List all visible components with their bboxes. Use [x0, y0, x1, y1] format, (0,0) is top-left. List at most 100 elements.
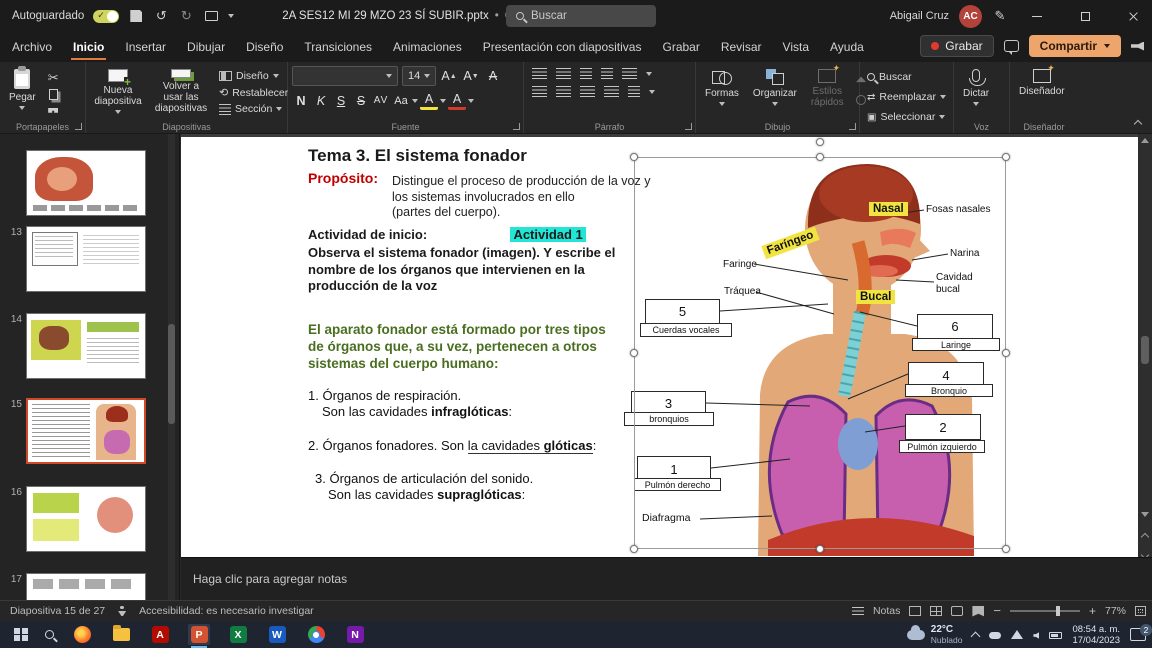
zoom-slider-thumb[interactable]: [1056, 606, 1060, 616]
thumbnail-scrollbar[interactable]: [168, 134, 175, 600]
selection-handle-bottom-left[interactable]: [630, 545, 638, 553]
align-left-icon[interactable]: [532, 86, 547, 97]
normal-view-button[interactable]: [909, 606, 921, 616]
tab-dibujar[interactable]: Dibujar: [185, 34, 227, 60]
underline-button[interactable]: S: [332, 91, 350, 110]
zoom-out-button[interactable]: −: [993, 607, 1001, 615]
selection-handle-middle-left[interactable]: [630, 349, 638, 357]
search-box[interactable]: Buscar: [506, 5, 656, 27]
selection-handle-top-center[interactable]: [816, 153, 824, 161]
designer-button[interactable]: Diseñador: [1014, 66, 1070, 117]
list-item-3[interactable]: 3. Órganos de articulación del sonido. S…: [315, 471, 533, 503]
slideshow-view-button[interactable]: [972, 606, 984, 617]
taskbar-app-file-explorer[interactable]: [110, 624, 132, 645]
numbering-icon[interactable]: [556, 68, 571, 79]
fit-slide-to-window-button[interactable]: [1135, 606, 1146, 616]
copy-button[interactable]: [45, 88, 62, 102]
change-case-chevron-icon[interactable]: [412, 99, 418, 103]
coming-soon-megaphone-icon[interactable]: [1131, 42, 1144, 51]
zoom-level[interactable]: 77%: [1105, 605, 1126, 617]
shapes-button[interactable]: Formas: [700, 66, 744, 117]
slide-sorter-view-button[interactable]: [930, 606, 942, 616]
tab-grabar[interactable]: Grabar: [660, 34, 701, 60]
rotation-handle[interactable]: [816, 138, 824, 146]
increase-indent-icon[interactable]: [601, 68, 613, 79]
zoom-in-button[interactable]: +: [1089, 607, 1096, 615]
font-color-chevron-icon[interactable]: [468, 99, 474, 103]
selection-handle-middle-right[interactable]: [1002, 349, 1010, 357]
font-size-combo[interactable]: 14: [402, 66, 436, 86]
new-slide-button[interactable]: Nueva diapositiva: [90, 66, 146, 117]
text-highlight-button[interactable]: A: [420, 91, 438, 110]
zoom-slider[interactable]: [1010, 610, 1080, 612]
clear-formatting-button[interactable]: A: [484, 67, 502, 86]
align-center-icon[interactable]: [556, 86, 571, 97]
previous-slide-button[interactable]: [1140, 532, 1150, 542]
redo-button[interactable]: ↻: [178, 8, 194, 24]
notes-toggle-icon[interactable]: [852, 607, 864, 615]
taskbar-app-powerpoint[interactable]: P: [188, 624, 210, 645]
notes-toggle[interactable]: Notas: [873, 605, 900, 617]
canvas-scrollbar[interactable]: [1138, 134, 1152, 600]
quick-styles-button[interactable]: Estilos rápidos: [806, 66, 849, 117]
thumbnail-preview[interactable]: [26, 573, 146, 600]
change-case-button[interactable]: Aa: [392, 91, 410, 110]
tab-ayuda[interactable]: Ayuda: [828, 34, 866, 60]
thumbnail-item[interactable]: 13: [4, 226, 146, 292]
accessibility-status[interactable]: Accesibilidad: es necesario investigar: [139, 605, 314, 617]
shrink-font-button[interactable]: A▼: [462, 67, 480, 86]
font-dialog-launcher[interactable]: [513, 123, 520, 130]
taskbar-app-word[interactable]: W: [266, 624, 288, 645]
slide-surface[interactable]: Tema 3. El sistema fonador Propósito: Di…: [181, 137, 1138, 557]
list-item-1[interactable]: 1. Órganos de respiración. Son las cavid…: [308, 388, 512, 420]
tab-revisar[interactable]: Revisar: [719, 34, 764, 60]
purpose-text[interactable]: Distingue el proceso de producción de la…: [392, 174, 650, 221]
restore-button[interactable]: [1066, 0, 1104, 32]
tab-diseno[interactable]: Diseño: [244, 34, 285, 60]
taskbar-app-acrobat[interactable]: A: [149, 624, 171, 645]
activity-paragraph[interactable]: Observa el sistema fonador (imagen). Y e…: [308, 245, 615, 295]
onedrive-tray-icon[interactable]: [989, 630, 1001, 640]
volume-tray-icon[interactable]: [1033, 632, 1039, 639]
notification-center-icon[interactable]: 2: [1130, 628, 1146, 641]
thumbnail-preview[interactable]: [26, 150, 146, 216]
replace-button[interactable]: ⇄Reemplazar: [864, 90, 949, 104]
thumbnail-scroll-thumb[interactable]: [168, 324, 175, 424]
tab-archivo[interactable]: Archivo: [10, 34, 54, 60]
selection-handle-top-right[interactable]: [1002, 153, 1010, 161]
network-tray-icon[interactable]: [1011, 630, 1023, 639]
thumbnail-preview[interactable]: [26, 313, 146, 379]
selection-handle-top-left[interactable]: [630, 153, 638, 161]
taskbar-clock[interactable]: 08:54 a. m. 17/04/2023: [1072, 624, 1120, 646]
activity-heading[interactable]: Actividad de inicio: Actividad 1: [308, 227, 586, 244]
scroll-up-arrow-icon[interactable]: [1141, 138, 1149, 143]
avatar[interactable]: AC: [959, 5, 982, 28]
justify-icon[interactable]: [604, 86, 619, 97]
grow-font-button[interactable]: A▲: [440, 67, 458, 86]
selection-handle-bottom-center[interactable]: [816, 545, 824, 553]
share-button[interactable]: Compartir: [1029, 35, 1121, 57]
arrange-button[interactable]: Organizar: [748, 66, 802, 117]
thumbnail-item[interactable]: 16: [4, 486, 146, 552]
layout-button[interactable]: Diseño: [216, 69, 291, 83]
clipboard-dialog-launcher[interactable]: [75, 123, 82, 130]
cut-button[interactable]: ✂: [45, 70, 62, 86]
tab-vista[interactable]: Vista: [781, 34, 811, 60]
paragraph-dialog-launcher[interactable]: [685, 123, 692, 130]
select-button[interactable]: ▣Seleccionar: [864, 110, 949, 124]
align-right-icon[interactable]: [580, 86, 595, 97]
comments-icon[interactable]: [1004, 40, 1019, 52]
character-spacing-button[interactable]: AV: [372, 91, 390, 110]
undo-button[interactable]: ↺: [153, 8, 169, 24]
find-button[interactable]: Buscar: [864, 70, 949, 84]
format-painter-button[interactable]: [45, 104, 62, 118]
tab-transiciones[interactable]: Transiciones: [302, 34, 374, 60]
bullets-icon[interactable]: [532, 68, 547, 79]
tab-animaciones[interactable]: Animaciones: [391, 34, 464, 60]
slide-title[interactable]: Tema 3. El sistema fonador: [308, 146, 527, 166]
tray-show-hidden-icons-chevron[interactable]: [971, 631, 981, 641]
strikethrough-button[interactable]: S: [352, 91, 370, 110]
start-button[interactable]: [14, 628, 28, 642]
font-color-button[interactable]: A: [448, 91, 466, 110]
thumbnail-item[interactable]: 17: [4, 573, 146, 600]
